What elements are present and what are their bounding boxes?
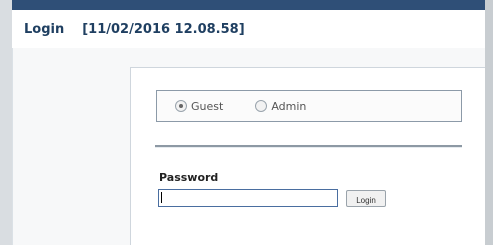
timestamp: [11/02/2016 12.08.58]	[82, 21, 245, 37]
guest-radio-dot[interactable]	[175, 100, 187, 112]
header: Login [11/02/2016 12.08.58]	[12, 10, 485, 48]
guest-radio-label: Guest	[191, 99, 224, 113]
admin-radio[interactable]: Admin	[255, 100, 306, 113]
guest-radio[interactable]: Guest	[175, 100, 223, 113]
admin-radio-dot[interactable]	[255, 100, 268, 112]
page-title: Login	[24, 21, 65, 37]
text-cursor	[161, 192, 162, 203]
role-selector: Guest Admin	[156, 90, 462, 122]
left-gutter	[0, 0, 12, 245]
password-label: Password	[159, 171, 219, 184]
top-border	[0, 0, 493, 10]
right-shadow	[485, 0, 493, 245]
login-button[interactable]: Login	[346, 190, 386, 207]
password-input[interactable]	[158, 189, 338, 207]
divider	[155, 145, 462, 148]
admin-radio-label: Admin	[271, 99, 307, 113]
login-screen: Login [11/02/2016 12.08.58] Guest Admin …	[0, 0, 493, 245]
